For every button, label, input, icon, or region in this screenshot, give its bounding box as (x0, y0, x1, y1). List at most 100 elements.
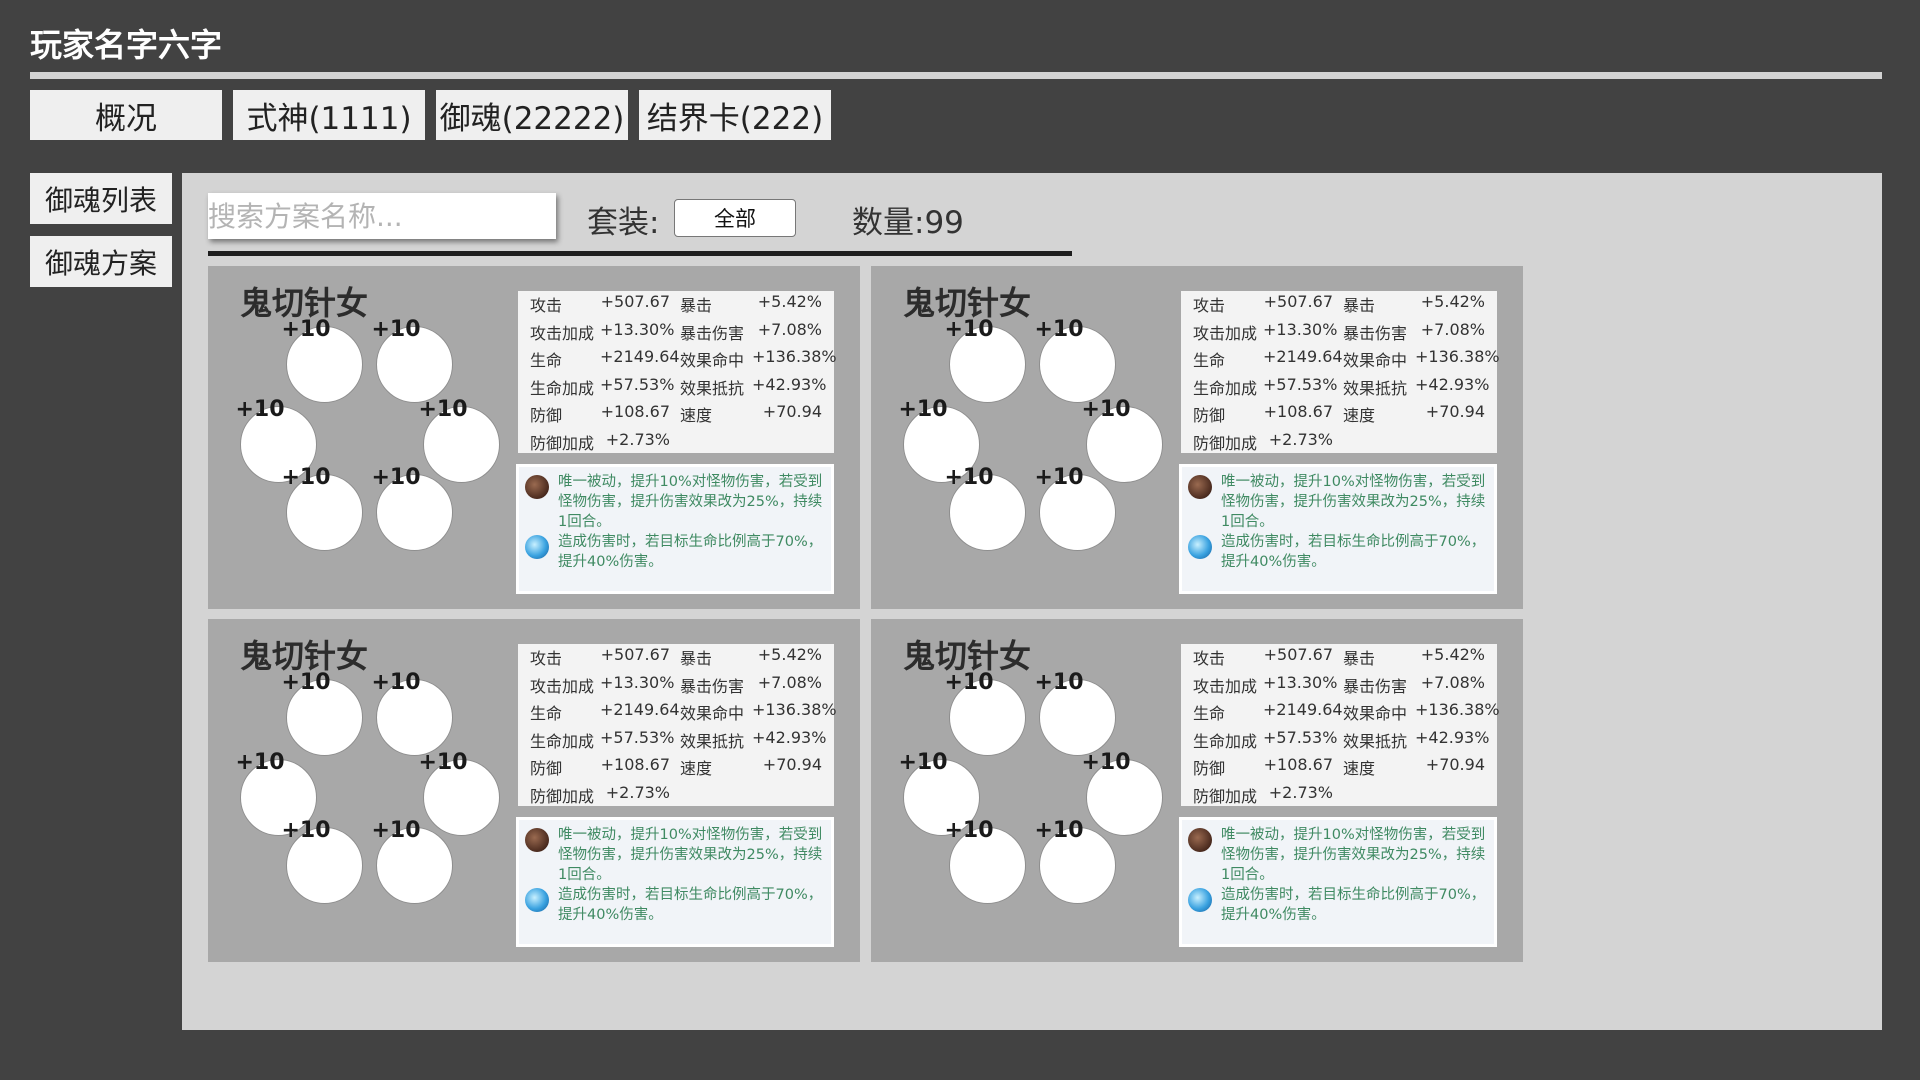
stat-value: +70.94 (1425, 755, 1485, 774)
slot-level: +10 (371, 465, 421, 490)
stat-name: 生命 (1193, 704, 1226, 723)
tab-mitama[interactable]: 御魂(22222) (436, 90, 628, 140)
set-effect-text: 造成伤害时，若目标生命比例高于70%，提升40%伤害。 (558, 887, 823, 923)
stat-name: 速度 (1343, 759, 1376, 778)
stat-name: 效果命中 (680, 704, 745, 723)
stat-value: +5.42% (1420, 645, 1485, 664)
stat-name: 攻击 (1193, 296, 1226, 315)
player-name: 玩家名字六字 (30, 26, 223, 64)
side-nav-mitama-list[interactable]: 御魂列表 (30, 173, 172, 224)
stat-value: +507.67 (1263, 645, 1333, 664)
stat-value: +2149.64 (600, 700, 680, 719)
set-filter-label: 套装: (587, 205, 660, 241)
stat-name: 效果抵抗 (680, 731, 745, 751)
slot-level: +10 (371, 818, 421, 843)
set-effect-text: 唯一被动，提升10%对怪物伤害，若受到怪物伤害，提升伤害效果改为25%，持续1回… (558, 474, 823, 530)
stat-value: +42.93% (752, 374, 827, 394)
set-effects-panel: 唯一被动，提升10%对怪物伤害，若受到怪物伤害，提升伤害效果改为25%，持续1回… (1179, 464, 1497, 594)
stat-name: 暴击伤害 (1343, 676, 1408, 696)
stat-name: 暴击 (1343, 649, 1376, 668)
stat-value: +2149.64 (1263, 700, 1343, 719)
stat-value: +7.08% (757, 319, 822, 339)
set-filter-select[interactable]: 全部 (674, 199, 796, 237)
stat-name: 暴击 (680, 296, 713, 315)
stat-name: 效果抵抗 (1343, 378, 1408, 398)
stat-name: 生命 (1193, 351, 1226, 370)
slot-level: +10 (944, 670, 994, 695)
stat-value: +57.53% (1263, 374, 1338, 394)
set-effect-text: 唯一被动，提升10%对怪物伤害，若受到怪物伤害，提升伤害效果改为25%，持续1回… (558, 827, 823, 883)
stat-value: +2.73% (1268, 782, 1333, 802)
plan-card[interactable]: 鬼切针女 +10 +10 +10 +10 +10 +10 攻击 +507.67 暴击 +5.42% 攻… (208, 619, 860, 962)
stat-name: 生命 (530, 704, 563, 723)
stat-value: +57.53% (1263, 727, 1338, 747)
stat-name: 效果命中 (1343, 704, 1408, 723)
stat-name: 效果抵抗 (680, 378, 745, 398)
stat-value: +136.38% (1415, 700, 1500, 719)
plan-card[interactable]: 鬼切针女 +10 +10 +10 +10 +10 +10 攻击 +507.67 暴击 +5.42% 攻… (871, 266, 1523, 609)
stat-name: 攻击加成 (530, 676, 595, 696)
count-label: 数量:99 (852, 205, 964, 241)
stat-value: +136.38% (1415, 347, 1500, 366)
stat-name: 速度 (1343, 406, 1376, 425)
stat-value: +7.08% (1420, 672, 1485, 692)
set-effects-panel: 唯一被动，提升10%对怪物伤害，若受到怪物伤害，提升伤害效果改为25%，持续1回… (1179, 817, 1497, 947)
stat-name: 生命加成 (1193, 731, 1258, 751)
slot-level: +10 (898, 750, 948, 775)
stat-name: 暴击 (1343, 296, 1376, 315)
stat-name: 防御 (530, 406, 563, 425)
stat-value: +13.30% (1263, 319, 1338, 339)
plan-card[interactable]: 鬼切针女 +10 +10 +10 +10 +10 +10 攻击 +507.67 暴击 +5.42% 攻… (208, 266, 860, 609)
stat-value: +507.67 (600, 645, 670, 664)
tab-overview[interactable]: 概况 (30, 90, 222, 140)
set-effect-text: 造成伤害时，若目标生命比例高于70%，提升40%伤害。 (1221, 534, 1486, 570)
slot-level: +10 (281, 818, 331, 843)
stat-value: +5.42% (757, 292, 822, 311)
slot-level: +10 (281, 670, 331, 695)
tab-realm-card[interactable]: 结界卡(222) (639, 90, 831, 140)
stat-value: +108.67 (1263, 755, 1333, 774)
stat-value: +57.53% (600, 374, 675, 394)
stat-name: 防御加成 (1193, 433, 1258, 453)
slot-level: +10 (371, 317, 421, 342)
stat-value: +5.42% (1420, 292, 1485, 311)
stat-name: 效果命中 (1343, 351, 1408, 370)
stat-value: +2.73% (605, 429, 670, 449)
stat-name: 生命加成 (1193, 378, 1258, 398)
stat-value: +13.30% (600, 319, 675, 339)
dark-orb-icon (1188, 828, 1212, 852)
blue-orb-icon (525, 888, 549, 912)
stats-panel: 攻击 +507.67 暴击 +5.42% 攻击加成 +13.30% 暴击伤害 +7.08% 生命… (1181, 291, 1500, 453)
stat-name: 攻击 (1193, 649, 1226, 668)
tab-shikigami[interactable]: 式神(1111) (233, 90, 425, 140)
slot-level: +10 (1034, 670, 1084, 695)
stat-value: +70.94 (1425, 402, 1485, 421)
title-divider (30, 72, 1882, 79)
slot-level: +10 (281, 465, 331, 490)
stat-name: 防御加成 (530, 786, 595, 806)
dark-orb-icon (525, 475, 549, 499)
stat-value: +70.94 (762, 402, 822, 421)
stat-value: +507.67 (1263, 292, 1333, 311)
stat-value: +42.93% (1415, 727, 1490, 747)
stat-value: +13.30% (600, 672, 675, 692)
plan-card[interactable]: 鬼切针女 +10 +10 +10 +10 +10 +10 攻击 +507.67 暴击 +5.42% 攻… (871, 619, 1523, 962)
set-effect-text: 唯一被动，提升10%对怪物伤害，若受到怪物伤害，提升伤害效果改为25%，持续1回… (1221, 474, 1486, 530)
stat-name: 生命加成 (530, 378, 595, 398)
blue-orb-icon (1188, 535, 1212, 559)
search-input[interactable] (208, 193, 556, 239)
side-nav-mitama-plans[interactable]: 御魂方案 (30, 236, 172, 287)
slot-level: +10 (1034, 317, 1084, 342)
slot-level: +10 (944, 818, 994, 843)
slot-level: +10 (1034, 818, 1084, 843)
stat-name: 防御 (1193, 406, 1226, 425)
stat-name: 速度 (680, 406, 713, 425)
stat-value: +108.67 (600, 402, 670, 421)
stat-value: +5.42% (757, 645, 822, 664)
slot-level: +10 (235, 750, 285, 775)
stat-value: +70.94 (762, 755, 822, 774)
stat-value: +42.93% (752, 727, 827, 747)
stats-panel: 攻击 +507.67 暴击 +5.42% 攻击加成 +13.30% 暴击伤害 +7.08% 生命… (1181, 644, 1500, 806)
stat-value: +13.30% (1263, 672, 1338, 692)
stat-name: 效果抵抗 (1343, 731, 1408, 751)
